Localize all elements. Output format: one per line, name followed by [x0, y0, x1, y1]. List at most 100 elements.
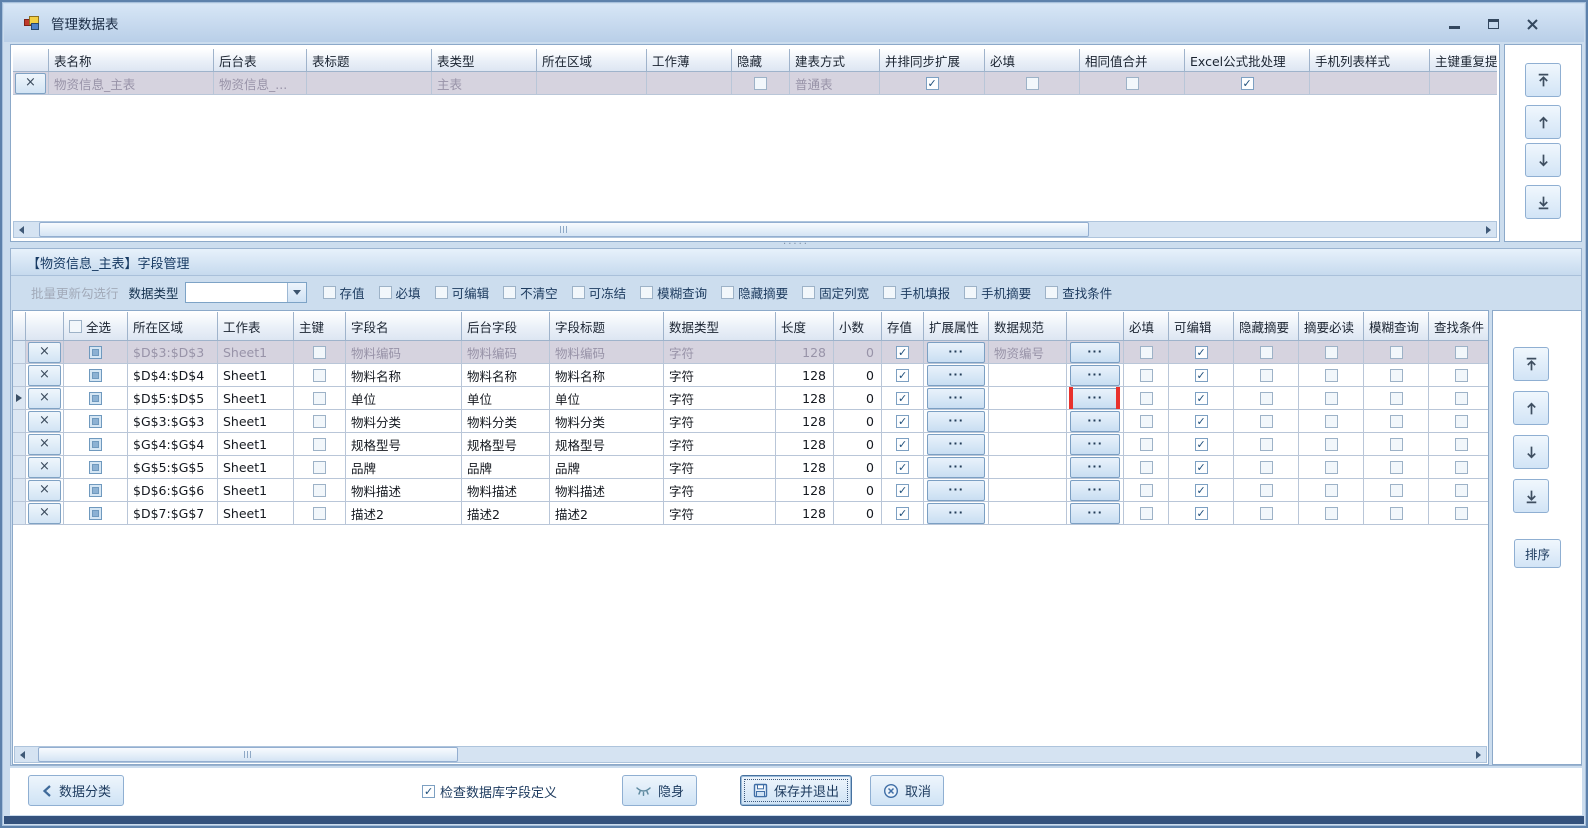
- cell-find_cond[interactable]: [1429, 456, 1488, 479]
- cell-spec[interactable]: [989, 387, 1067, 410]
- store-checkbox[interactable]: [896, 484, 909, 497]
- cell-required[interactable]: [1124, 479, 1169, 502]
- column-header-_del[interactable]: [26, 312, 64, 341]
- fuzzy_query-checkbox[interactable]: [1390, 484, 1403, 497]
- cell-area[interactable]: $D$7:$G$7: [128, 502, 218, 525]
- column-header-_sel[interactable]: 全选: [64, 312, 128, 341]
- cell-title[interactable]: 物料名称: [550, 364, 664, 387]
- editable-checkbox[interactable]: [1195, 461, 1208, 474]
- row-header-cell[interactable]: [13, 410, 26, 433]
- required-checkbox[interactable]: [1140, 507, 1153, 520]
- spec-edit-button[interactable]: ···: [1070, 411, 1120, 432]
- cell-required[interactable]: [1124, 410, 1169, 433]
- cell-hide_summary[interactable]: [1234, 433, 1299, 456]
- pk-checkbox[interactable]: [313, 369, 326, 382]
- move-up-button[interactable]: [1513, 391, 1549, 425]
- column-header-editable[interactable]: 可编辑: [1169, 312, 1234, 341]
- ext-props-button[interactable]: ···: [927, 411, 985, 432]
- cell-title[interactable]: 物料分类: [550, 410, 664, 433]
- cell-len[interactable]: 128: [776, 479, 834, 502]
- close-icon[interactable]: [1524, 16, 1540, 32]
- hide_summary-checkbox[interactable]: [1260, 392, 1273, 405]
- cell-find_cond[interactable]: [1429, 410, 1488, 433]
- toolbar-checkbox[interactable]: [802, 286, 815, 299]
- column-header-specbtn[interactable]: [1067, 312, 1124, 341]
- toolbar-option-可编辑[interactable]: 可编辑: [435, 283, 490, 302]
- hide-button[interactable]: 隐身: [622, 775, 697, 806]
- cell-len[interactable]: 128: [776, 433, 834, 456]
- row-select-checkbox[interactable]: [89, 415, 102, 428]
- cell-required[interactable]: [1124, 433, 1169, 456]
- ext-props-button[interactable]: ···: [927, 388, 985, 409]
- cell-backend[interactable]: 单位: [462, 387, 550, 410]
- row-header-cell[interactable]: [13, 433, 26, 456]
- cell-dec[interactable]: 0: [834, 433, 882, 456]
- cell-spec[interactable]: [989, 433, 1067, 456]
- cell-summary_read[interactable]: [1299, 410, 1364, 433]
- cell-pk[interactable]: [294, 410, 346, 433]
- cell-dec[interactable]: 0: [834, 479, 882, 502]
- cell-summary_read[interactable]: [1299, 479, 1364, 502]
- cell-dtype[interactable]: 字符: [664, 502, 776, 525]
- cell-_sel[interactable]: [64, 502, 128, 525]
- cell-spec[interactable]: [989, 364, 1067, 387]
- cell-required[interactable]: [1124, 456, 1169, 479]
- save-exit-button[interactable]: 保存并退出: [740, 775, 852, 806]
- column-header-workbook[interactable]: 工作薄: [647, 49, 732, 72]
- editable-checkbox[interactable]: [1195, 438, 1208, 451]
- title-bar[interactable]: 管理数据表: [4, 4, 1584, 42]
- column-header-ext[interactable]: 扩展属性: [924, 312, 989, 341]
- row-select-checkbox[interactable]: [89, 461, 102, 474]
- column-header-area[interactable]: 所在区域: [537, 49, 647, 72]
- row-select-checkbox[interactable]: [89, 507, 102, 520]
- toolbar-checkbox[interactable]: [964, 286, 977, 299]
- store-checkbox[interactable]: [896, 461, 909, 474]
- cell-editable[interactable]: [1169, 387, 1234, 410]
- column-header-_del[interactable]: [13, 49, 49, 72]
- cell-spec[interactable]: [989, 502, 1067, 525]
- cell-summary_read[interactable]: [1299, 364, 1364, 387]
- cell-find_cond[interactable]: [1429, 364, 1488, 387]
- move-down-button[interactable]: [1525, 143, 1561, 177]
- spec-edit-button[interactable]: ···: [1070, 342, 1120, 363]
- row-select-checkbox[interactable]: [89, 484, 102, 497]
- required-checkbox[interactable]: [1140, 438, 1153, 451]
- row-select-checkbox[interactable]: [89, 392, 102, 405]
- cell-fuzzy_query[interactable]: [1364, 479, 1429, 502]
- column-header-hidden[interactable]: 隐藏: [732, 49, 790, 72]
- cell-find_cond[interactable]: [1429, 387, 1488, 410]
- cell-name[interactable]: 单位: [346, 387, 462, 410]
- data-category-button[interactable]: 数据分类: [28, 775, 124, 806]
- summary_read-checkbox[interactable]: [1325, 415, 1338, 428]
- find_cond-checkbox[interactable]: [1455, 438, 1468, 451]
- row-select-checkbox[interactable]: [89, 438, 102, 451]
- cell-backend[interactable]: 物料名称: [462, 364, 550, 387]
- toolbar-option-存值[interactable]: 存值: [323, 283, 365, 302]
- cell-find_cond[interactable]: [1429, 479, 1488, 502]
- column-header-backend[interactable]: 后台表: [214, 49, 307, 72]
- find_cond-checkbox[interactable]: [1455, 369, 1468, 382]
- cancel-button[interactable]: 取消: [870, 775, 944, 806]
- cell-pk[interactable]: [294, 433, 346, 456]
- column-header-pk[interactable]: 主键: [294, 312, 346, 341]
- hscroll-thumb[interactable]: [39, 222, 1089, 237]
- cell-editable[interactable]: [1169, 479, 1234, 502]
- cell-fuzzy_query[interactable]: [1364, 364, 1429, 387]
- fuzzy_query-checkbox[interactable]: [1390, 507, 1403, 520]
- cell-title[interactable]: 规格型号: [550, 433, 664, 456]
- table-grid-hscrollbar[interactable]: [13, 221, 1497, 238]
- find_cond-checkbox[interactable]: [1455, 392, 1468, 405]
- row-header-cell[interactable]: [13, 479, 26, 502]
- column-header-sheet[interactable]: 工作表: [218, 312, 294, 341]
- cell-dtype[interactable]: 字符: [664, 456, 776, 479]
- store-checkbox[interactable]: [896, 415, 909, 428]
- cell-dec[interactable]: 0: [834, 456, 882, 479]
- cell-store[interactable]: [882, 364, 924, 387]
- cell-sheet[interactable]: Sheet1: [218, 479, 294, 502]
- store-checkbox[interactable]: [896, 438, 909, 451]
- pk-checkbox[interactable]: [313, 438, 326, 451]
- cell-name[interactable]: 品牌: [346, 456, 462, 479]
- cell-title[interactable]: 品牌: [550, 456, 664, 479]
- cell-_sel[interactable]: [64, 456, 128, 479]
- check-db-fields-checkbox[interactable]: [422, 785, 435, 798]
